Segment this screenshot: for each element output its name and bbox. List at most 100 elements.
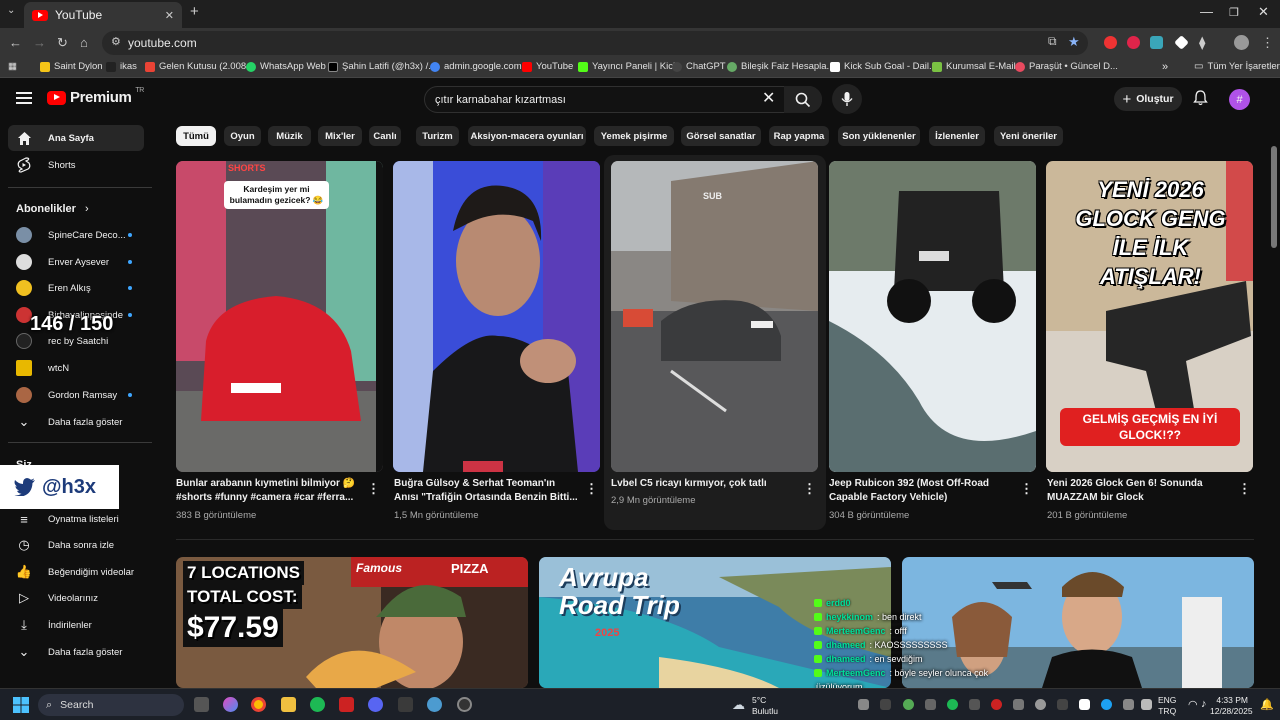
video-thumbnail[interactable]	[829, 161, 1036, 472]
bookmark-item[interactable]: WhatsApp Web	[246, 61, 326, 72]
account-avatar[interactable]: #	[1229, 89, 1250, 110]
extensions-puzzle-icon[interactable]: ⧫	[1199, 34, 1205, 52]
chip[interactable]: Canlı	[369, 126, 401, 146]
weather-widget[interactable]: 5°C Bulutlu	[752, 695, 778, 717]
chip[interactable]: Son yüklenenler	[838, 126, 920, 146]
tray-icon[interactable]	[1141, 699, 1152, 710]
notification-bell-icon[interactable]: 🔔	[1260, 698, 1274, 711]
tray-icon[interactable]	[1013, 699, 1024, 710]
task-view-icon[interactable]	[194, 697, 209, 712]
library-show-more[interactable]: ⌄ Daha fazla göster	[8, 639, 144, 665]
extension-icon[interactable]	[1104, 36, 1117, 49]
video-title[interactable]: Jeep Rubicon 392 (Most Off-Road Capable …	[829, 477, 1014, 505]
cast-icon[interactable]: ⧉	[1048, 34, 1057, 49]
apps-grid-icon[interactable]: ▦	[8, 61, 17, 72]
bookmark-item[interactable]: Gelen Kutusu (2.008...	[145, 61, 254, 72]
copilot-icon[interactable]	[223, 697, 238, 712]
tray-icon[interactable]	[969, 699, 980, 710]
chip-all[interactable]: Tümü	[176, 126, 216, 146]
terminal-icon[interactable]	[398, 697, 413, 712]
search-button[interactable]	[784, 86, 822, 113]
tab-search-icon[interactable]: ⌄	[7, 5, 15, 16]
clear-search-icon[interactable]: ✕	[762, 91, 775, 107]
app-icon[interactable]	[427, 697, 442, 712]
video-title[interactable]: Lvbel C5 ricayı kırmıyor, çok tatlı	[611, 477, 796, 491]
youtube-premium-logo[interactable]: Premium TR	[47, 87, 144, 106]
sidebar-item-liked-videos[interactable]: 👍 Beğendiğim videolar	[8, 559, 144, 585]
chip[interactable]: Müzik	[268, 126, 311, 146]
tray-icon[interactable]	[1123, 699, 1134, 710]
tab-close-icon[interactable]: ✕	[165, 9, 174, 22]
video-title[interactable]: Buğra Gülsoy & Serhat Teoman'ın Anısı "T…	[394, 477, 579, 505]
wifi-icon[interactable]: ◠	[1188, 698, 1198, 711]
subscription-item[interactable]: SpineCare Deco...	[8, 222, 144, 248]
sidebar-item-downloads[interactable]: ⤓ İndirilenler	[8, 612, 144, 638]
chip[interactable]: Yemek pişirme	[594, 126, 674, 146]
chip[interactable]: Turizm	[416, 126, 459, 146]
chip[interactable]: Görsel sanatlar	[681, 126, 761, 146]
chrome-icon[interactable]	[251, 697, 266, 712]
bookmark-item[interactable]: Saint Dylon	[40, 61, 103, 72]
chip[interactable]: İzlenenler	[929, 126, 985, 146]
bookmark-item[interactable]: Şahin Latifi (@h3x) /...	[328, 61, 436, 72]
notifications-button[interactable]	[1193, 90, 1208, 111]
bookmark-item[interactable]: ikas	[106, 61, 137, 72]
video-more-icon[interactable]: ⋮	[803, 481, 816, 497]
address-bar[interactable]: ⚙ youtube.com ⧉ ★	[102, 31, 1088, 55]
video-more-icon[interactable]: ⋮	[1238, 481, 1251, 497]
bookmark-item[interactable]: Kurumsal E-Mail	[932, 61, 1016, 72]
window-close-icon[interactable]: ✕	[1258, 4, 1269, 20]
language-indicator[interactable]: ENG TRQ	[1158, 695, 1176, 717]
sidebar-item-watch-later[interactable]: ◷ Daha sonra izle	[8, 532, 144, 558]
video-thumbnail[interactable]: SUB	[611, 161, 818, 472]
profile-icon[interactable]	[1234, 35, 1249, 50]
tab-youtube[interactable]: YouTube ✕	[24, 2, 182, 28]
all-bookmarks-item[interactable]: ▭ Tüm Yer İşaretleri	[1194, 61, 1280, 72]
extension-icon[interactable]	[1150, 36, 1163, 49]
taskbar-search[interactable]: ⌕ Search	[38, 694, 184, 716]
extension-icon[interactable]	[1174, 35, 1189, 50]
chip[interactable]: Oyun	[224, 126, 261, 146]
chip[interactable]: Yeni öneriler	[994, 126, 1063, 146]
reload-icon[interactable]: ↻	[57, 34, 68, 52]
windows-start-icon[interactable]	[13, 697, 29, 713]
video-title[interactable]: Yeni 2026 Glock Gen 6! Sonunda MUAZZAM b…	[1047, 477, 1232, 505]
bookmarks-overflow-icon[interactable]: »	[1162, 61, 1168, 73]
bookmark-item[interactable]: ChatGPT	[672, 61, 726, 72]
subscription-item[interactable]: wtcN	[8, 355, 144, 381]
clock[interactable]: 4:33 PM 12/28/2025	[1210, 695, 1253, 717]
chip[interactable]: Aksiyon-macera oyunları	[468, 126, 586, 146]
chip[interactable]: Mix'ler	[318, 126, 362, 146]
tray-icon[interactable]	[1101, 699, 1112, 710]
subscription-item[interactable]: Enver Aysever	[8, 249, 144, 275]
subscriptions-heading[interactable]: Abonelikler ›	[16, 203, 89, 215]
tray-icon[interactable]	[903, 699, 914, 710]
volume-icon[interactable]: ♪	[1201, 698, 1207, 710]
spotify-icon[interactable]	[310, 697, 325, 712]
video-title[interactable]: Bunlar arabanın kıymetini bilmiyor 🤔 #sh…	[176, 477, 361, 505]
video-thumbnail[interactable]: SHORTS Kardeşim yer mi bulamadın gezicek…	[176, 161, 383, 472]
tray-icon[interactable]	[1035, 699, 1046, 710]
bookmark-item[interactable]: Bileşik Faiz Hesapla...	[727, 61, 834, 72]
tray-icon[interactable]	[1057, 699, 1068, 710]
home-browser-icon[interactable]: ⌂	[80, 34, 88, 52]
minimize-icon[interactable]: —	[1200, 4, 1213, 19]
new-tab-icon[interactable]: +	[190, 4, 199, 20]
voice-search-button[interactable]	[832, 84, 862, 114]
video-more-icon[interactable]: ⋮	[367, 481, 380, 497]
subscription-item[interactable]: Eren Alkış	[8, 275, 144, 301]
bookmark-item[interactable]: admin.google.com	[430, 61, 522, 72]
sidebar-item-home[interactable]: Ana Sayfa	[8, 125, 144, 151]
video-more-icon[interactable]: ⋮	[1020, 481, 1033, 497]
bookmark-item[interactable]: Paraşüt • Güncel D...	[1015, 61, 1118, 72]
subscriptions-show-more[interactable]: ⌄ Daha fazla göster	[8, 409, 144, 435]
bookmark-item[interactable]: Yayıncı Paneli | Kick	[578, 61, 678, 72]
obs-icon[interactable]	[457, 697, 472, 712]
app-icon[interactable]	[339, 697, 354, 712]
video-more-icon[interactable]: ⋮	[585, 481, 598, 497]
bookmark-item[interactable]: YouTube	[522, 61, 573, 72]
sidebar-item-your-videos[interactable]: ▷ Videolarınız	[8, 585, 144, 611]
tray-icon[interactable]	[925, 699, 936, 710]
menu-kebab-icon[interactable]: ⋮	[1261, 34, 1274, 52]
page-scrollbar[interactable]	[1271, 146, 1277, 248]
